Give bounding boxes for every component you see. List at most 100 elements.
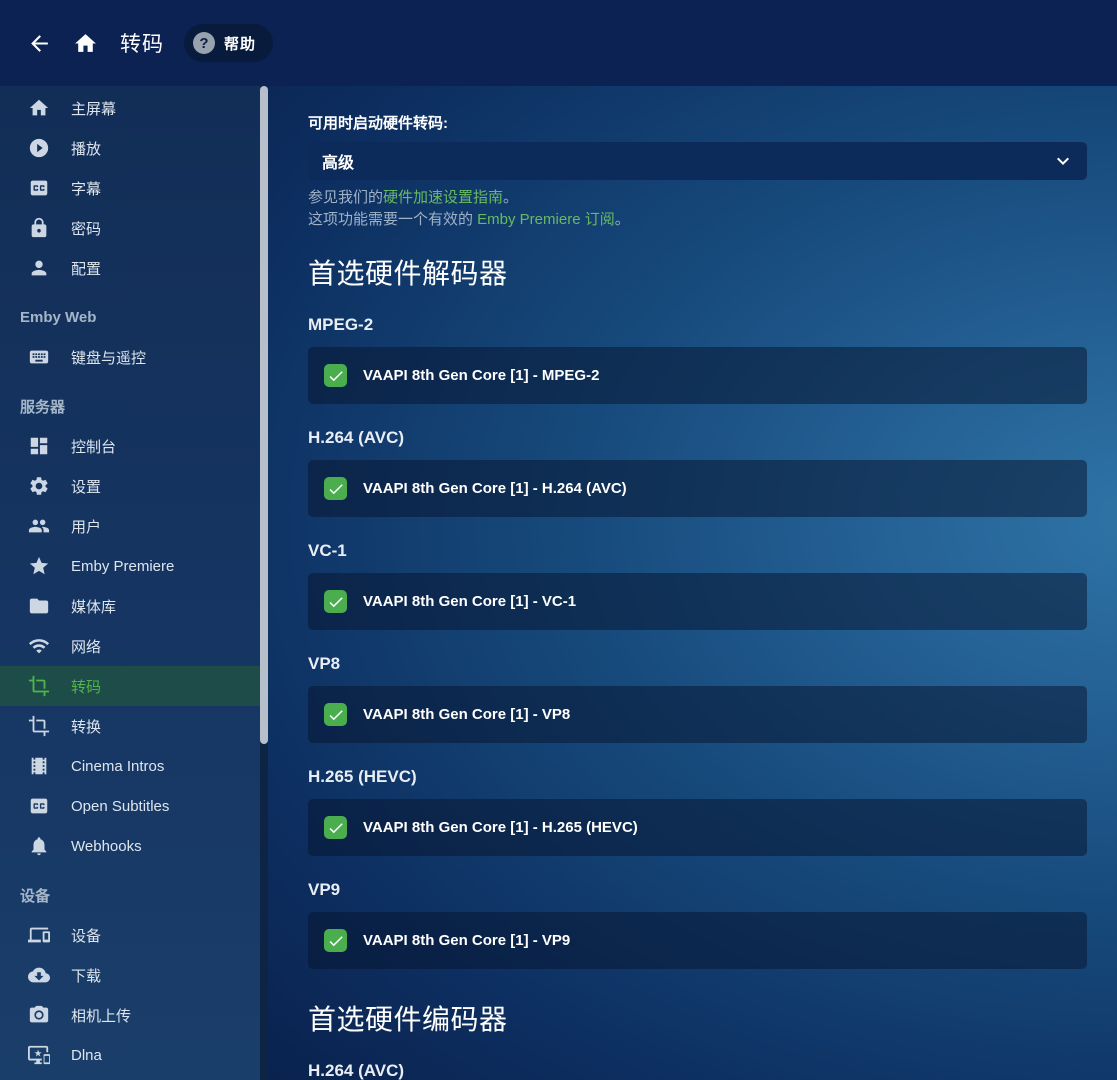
sidebar-item-label: 键盘与遥控 (71, 347, 146, 368)
codec-heading: MPEG-2 (308, 315, 1087, 335)
film-icon (28, 755, 50, 777)
help-button[interactable]: ? 帮助 (184, 24, 273, 62)
film-icon (28, 755, 50, 777)
sidebar-item-profile[interactable]: 配置 (0, 248, 260, 288)
hw-option-card[interactable]: VAAPI 8th Gen Core [1] - VP8 (308, 686, 1087, 743)
transcoding-settings-page: 可用时启动硬件转码: 高级 参见我们的硬件加速设置指南。 这项功能需要一个有效的… (268, 86, 1117, 1080)
emby-premiere-subscription-link[interactable]: Emby Premiere 订阅 (477, 211, 615, 228)
checkbox-checked[interactable] (324, 590, 347, 613)
devices-icon (28, 924, 50, 946)
closed-caption-icon (28, 177, 50, 199)
hw-acceleration-guide-link[interactable]: 硬件加速设置指南 (383, 189, 503, 206)
play-circle-icon (28, 137, 50, 159)
bell-icon (28, 835, 50, 857)
hw-option-card[interactable]: VAAPI 8th Gen Core [1] - MPEG-2 (308, 347, 1087, 404)
sidebar-item-transcoding[interactable]: 转码 (0, 666, 260, 706)
sidebar-item-label: 媒体库 (71, 596, 116, 617)
help-button-label: 帮助 (224, 33, 256, 54)
sidebar-item-label: 配置 (71, 258, 101, 279)
sidebar-item-users[interactable]: 用户 (0, 506, 260, 546)
sidebar-item-label: 下载 (71, 965, 101, 986)
hw-option-label: VAAPI 8th Gen Core [1] - H.265 (HEVC) (363, 819, 638, 836)
dlna-icon (28, 1044, 50, 1066)
topbar: 转码 ? 帮助 (0, 0, 1117, 86)
folder-icon (28, 595, 50, 617)
sidebar-item-password[interactable]: 密码 (0, 208, 260, 248)
hint-text: 参见我们的 (308, 189, 383, 206)
keyboard-icon (28, 346, 50, 368)
hint-text: 。 (503, 189, 518, 206)
sidebar-item-emby-premiere[interactable]: Emby Premiere (0, 546, 260, 586)
users-icon (28, 515, 50, 537)
sidebar-item-subtitles[interactable]: 字幕 (0, 168, 260, 208)
sidebar-item-open-subtitles[interactable]: Open Subtitles (0, 786, 260, 826)
sidebar-section-header-devices: 设备 (0, 875, 260, 915)
sidebar-item-label: Webhooks (71, 838, 142, 855)
premiere-hint: 这项功能需要一个有效的 Emby Premiere 订阅。 (308, 209, 1087, 231)
sidebar-item-label: 用户 (71, 516, 101, 537)
sidebar-item-dlna[interactable]: Dlna (0, 1035, 260, 1075)
closed-caption-icon (28, 177, 50, 199)
hw-option-card[interactable]: VAAPI 8th Gen Core [1] - VP9 (308, 912, 1087, 969)
sidebar-scrollbar-thumb[interactable] (260, 86, 268, 744)
sidebar-item-webhooks[interactable]: Webhooks (0, 826, 260, 866)
decoder-groups: MPEG-2VAAPI 8th Gen Core [1] - MPEG-2H.2… (308, 315, 1087, 969)
checkbox-checked[interactable] (324, 364, 347, 387)
sidebar-item-label: 设备 (71, 925, 101, 946)
sidebar-item-cinema-intros[interactable]: Cinema Intros (0, 746, 260, 786)
home-icon (28, 97, 50, 119)
sidebar-item-camera-upload[interactable]: 相机上传 (0, 995, 260, 1035)
hw-option-card[interactable]: VAAPI 8th Gen Core [1] - VC-1 (308, 573, 1087, 630)
hw-option-card[interactable]: VAAPI 8th Gen Core [1] - H.265 (HEVC) (308, 799, 1087, 856)
dashboard-icon (28, 435, 50, 457)
sidebar-item-playback[interactable]: 播放 (0, 128, 260, 168)
hw-transcoding-label: 可用时启动硬件转码: (308, 112, 1087, 133)
hw-option-label: VAAPI 8th Gen Core [1] - VC-1 (363, 593, 576, 610)
sidebar-item-label: 密码 (71, 218, 101, 239)
checkbox-checked[interactable] (324, 816, 347, 839)
sidebar-item-home-screen[interactable]: 主屏幕 (0, 88, 260, 128)
sidebar-item-devices[interactable]: 设备 (0, 915, 260, 955)
dashboard-icon (28, 435, 50, 457)
checkbox-checked[interactable] (324, 477, 347, 500)
sidebar-item-label: 字幕 (71, 178, 101, 199)
camera-icon (28, 1004, 50, 1026)
checkbox-checked[interactable] (324, 703, 347, 726)
hw-transcoding-select-value: 高级 (322, 149, 354, 173)
lock-icon (28, 217, 50, 239)
sidebar-item-settings[interactable]: 设置 (0, 466, 260, 506)
sidebar-section-header-server: 服务器 (0, 386, 260, 426)
sidebar-item-dashboard[interactable]: 控制台 (0, 426, 260, 466)
back-button[interactable] (16, 20, 62, 66)
devices-icon (28, 924, 50, 946)
sidebar-item-label: 相机上传 (71, 1005, 131, 1026)
sidebar-item-label: Open Subtitles (71, 798, 169, 815)
sidebar-item-label: Cinema Intros (71, 758, 164, 775)
lock-icon (28, 217, 50, 239)
star-icon (28, 555, 50, 577)
sidebar-item-label: 网络 (71, 636, 101, 657)
hw-transcoding-select[interactable]: 高级 (308, 142, 1087, 180)
chevron-down-icon (1051, 149, 1075, 173)
home-button[interactable] (62, 20, 108, 66)
sidebar-item-label: 转码 (71, 676, 101, 697)
users-icon (28, 515, 50, 537)
checkbox-checked[interactable] (324, 929, 347, 952)
convert-icon (28, 715, 50, 737)
wifi-icon (28, 635, 50, 657)
hw-option-label: VAAPI 8th Gen Core [1] - MPEG-2 (363, 367, 599, 384)
sidebar-item-label: 转换 (71, 716, 101, 737)
check-icon (327, 932, 345, 950)
sidebar-item-convert[interactable]: 转换 (0, 706, 260, 746)
check-icon (327, 367, 345, 385)
content-row: 主屏幕播放字幕密码配置 Emby Web 键盘与遥控服务器控制台设置用户 Emby P… (0, 86, 1117, 1080)
cloud-download-icon (28, 964, 50, 986)
gear-icon (28, 475, 50, 497)
sidebar-item-keyboard-remote[interactable]: 键盘与遥控 (0, 337, 260, 377)
sidebar-item-network[interactable]: 网络 (0, 626, 260, 666)
sidebar-item-library[interactable]: 媒体库 (0, 586, 260, 626)
hw-option-card[interactable]: VAAPI 8th Gen Core [1] - H.264 (AVC) (308, 460, 1087, 517)
sidebar-section-header-emby-web: Emby Web (0, 297, 260, 337)
arrow-back-icon (27, 31, 52, 56)
sidebar-item-downloads[interactable]: 下载 (0, 955, 260, 995)
